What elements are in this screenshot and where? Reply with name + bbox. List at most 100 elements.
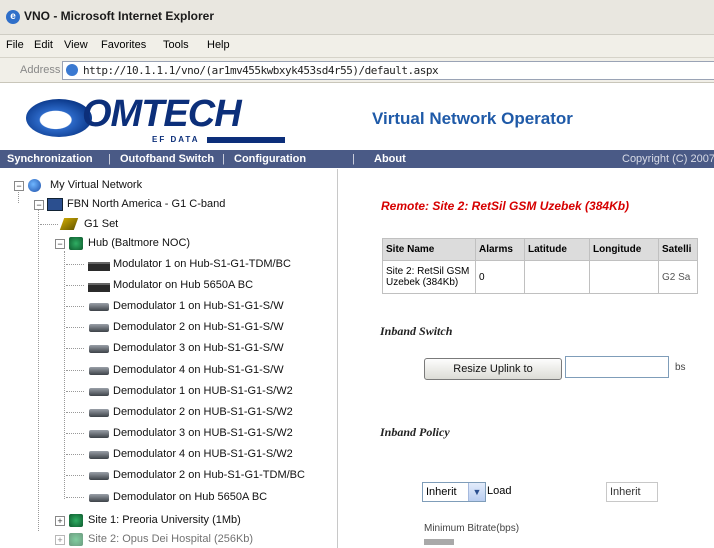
site-icon — [69, 514, 83, 527]
tree-node-device[interactable]: Demodulator 3 on Hub-S1-G1-S/W — [0, 340, 337, 358]
site-info-table: Site Name Alarms Latitude Longitude Sate… — [382, 238, 698, 294]
cell-site-name: Site 2: RetSil GSM Uzebek (384Kb) — [382, 260, 476, 294]
min-bitrate-label: Minimum Bitrate(bps) — [424, 523, 520, 534]
tree-node-device[interactable]: Demodulator 2 on Hub-S1-G1-S/W — [0, 319, 337, 337]
copyright: Copyright (C) 2007 — [622, 153, 714, 165]
tree-node-label: Site 1: Preoria University (1Mb) — [88, 514, 241, 526]
col-satellite: Satelli — [658, 238, 698, 261]
tree-node-device[interactable]: Demodulator 2 on HUB-S1-G1-S/W2 — [0, 404, 337, 422]
col-longitude: Longitude — [589, 238, 659, 261]
ie-icon: e — [6, 10, 20, 24]
tree-node-label: Demodulator 2 on HUB-S1-G1-S/W2 — [113, 406, 293, 418]
tree-node-label: My Virtual Network — [50, 179, 143, 191]
globe-icon — [28, 179, 41, 192]
tree-node-site[interactable]: + Site 1: Preoria University (1Mb) — [0, 512, 337, 530]
tree-node-device[interactable]: Modulator 1 on Hub-S1-G1-TDM/BC — [0, 256, 337, 274]
menu-edit[interactable]: Edit — [34, 39, 53, 51]
network-tree: − My Virtual Network − FBN North America… — [0, 169, 338, 548]
tree-node-g1-set[interactable]: G1 Set — [0, 216, 330, 234]
menu-favorites[interactable]: Favorites — [101, 39, 146, 51]
cell-satellite: G2 Sa — [658, 260, 698, 294]
cell-latitude — [524, 260, 590, 294]
tree-node-label: Demodulator 4 on HUB-S1-G1-S/W2 — [113, 448, 293, 460]
collapse-icon[interactable]: − — [55, 239, 65, 249]
expand-icon[interactable]: + — [55, 516, 65, 526]
menu-tools[interactable]: Tools — [163, 39, 189, 51]
min-bitrate-field[interactable] — [424, 539, 454, 545]
load-inherit-value: Inherit — [610, 486, 641, 498]
cell-alarms: 0 — [475, 260, 525, 294]
tree-node-label: Hub (Baltmore NOC) — [88, 237, 191, 249]
site-icon — [69, 533, 83, 546]
collapse-icon[interactable]: − — [14, 181, 24, 191]
address-field[interactable]: http://10.1.1.1/vno/(ar1mv455kwbxyk453sd… — [62, 61, 714, 80]
banner: OMTECH EF DATA Virtual Network Operator — [0, 83, 714, 150]
logo-subtitle: EF DATA — [152, 135, 200, 144]
address-url[interactable]: http://10.1.1.1/vno/(ar1mv455kwbxyk453sd… — [83, 64, 439, 77]
tree-node-label: Site 2: Opus Dei Hospital (256Kb) — [88, 533, 254, 545]
uplink-unit-label: bs — [675, 362, 686, 373]
tree-node-label: Demodulator 1 on HUB-S1-G1-S/W2 — [113, 385, 293, 397]
uplink-rate-input[interactable] — [565, 356, 669, 378]
menu-bar: File Edit View Favorites Tools Help — [0, 35, 714, 58]
window-title: VNO - Microsoft Internet Explorer — [24, 9, 215, 23]
nav-about[interactable]: About — [374, 153, 406, 165]
demodulator-icon — [89, 451, 109, 459]
tree-node-label: Modulator on Hub 5650A BC — [113, 279, 254, 291]
expand-icon[interactable]: + — [55, 535, 65, 545]
tree-node-root[interactable]: − My Virtual Network — [0, 177, 330, 195]
page-icon — [66, 64, 78, 76]
col-latitude: Latitude — [524, 238, 590, 261]
tree-node-label: G1 Set — [84, 218, 119, 230]
resize-uplink-button[interactable]: Resize Uplink to — [424, 358, 562, 380]
hub-icon — [69, 237, 83, 250]
tree-node-site[interactable]: + Site 2: Opus Dei Hospital (256Kb) — [0, 531, 337, 548]
collapse-icon[interactable]: − — [34, 200, 44, 210]
nav-synchronization[interactable]: Synchronization — [7, 153, 93, 165]
col-site-name: Site Name — [382, 238, 476, 261]
tree-node-label: Demodulator 1 on Hub-S1-G1-S/W — [113, 300, 284, 312]
demodulator-icon — [89, 472, 109, 480]
tree-node-network[interactable]: − FBN North America - G1 C-band — [0, 196, 330, 214]
policy-select[interactable]: Inherit ▼ — [422, 482, 486, 502]
inband-switch-heading: Inband Switch — [380, 324, 453, 338]
nav-separator: | — [222, 153, 225, 165]
col-alarms: Alarms — [475, 238, 525, 261]
tree-node-device[interactable]: Demodulator on Hub 5650A BC — [0, 489, 337, 507]
tree-node-device[interactable]: Demodulator 4 on Hub-S1-G1-S/W — [0, 362, 337, 380]
tree-node-label: Demodulator on Hub 5650A BC — [113, 491, 268, 503]
tree-node-hub[interactable]: − Hub (Baltmore NOC) — [0, 235, 330, 253]
tree-node-device[interactable]: Modulator on Hub 5650A BC — [0, 277, 337, 295]
tree-node-device[interactable]: Demodulator 1 on HUB-S1-G1-S/W2 — [0, 383, 337, 401]
window-title-bar: e VNO - Microsoft Internet Explorer — [0, 0, 714, 35]
demodulator-icon — [89, 367, 109, 375]
logo-bar — [207, 137, 285, 143]
demodulator-icon — [89, 345, 109, 353]
tree-node-device[interactable]: Demodulator 1 on Hub-S1-G1-S/W — [0, 298, 337, 316]
nav-bar: Synchronization | Outofband Switch | Con… — [0, 150, 714, 168]
tree-node-device[interactable]: Demodulator 2 on Hub-S1-G1-TDM/BC — [0, 467, 337, 485]
demodulator-icon — [89, 409, 109, 417]
nav-separator: | — [108, 153, 111, 165]
table-row: Site 2: RetSil GSM Uzebek (384Kb) 0 G2 S… — [382, 260, 698, 294]
tree-node-label: Demodulator 2 on Hub-S1-G1-TDM/BC — [113, 469, 305, 481]
tree-node-label: FBN North America - G1 C-band — [67, 198, 226, 210]
menu-help[interactable]: Help — [207, 39, 230, 51]
demodulator-icon — [89, 303, 109, 311]
nav-outofband-switch[interactable]: Outofband Switch — [120, 153, 214, 165]
policy-select-value: Inherit — [426, 486, 457, 498]
menu-view[interactable]: View — [64, 39, 88, 51]
modulator-icon — [88, 283, 110, 292]
tree-node-device[interactable]: Demodulator 4 on HUB-S1-G1-S/W2 — [0, 446, 337, 464]
menu-file[interactable]: File — [6, 39, 24, 51]
chevron-down-icon[interactable]: ▼ — [468, 483, 485, 501]
cell-longitude — [589, 260, 659, 294]
nav-configuration[interactable]: Configuration — [234, 153, 306, 165]
network-icon — [47, 198, 63, 211]
tree-node-label: Modulator 1 on Hub-S1-G1-TDM/BC — [113, 258, 291, 270]
remote-heading: Remote: Site 2: RetSil GSM Uzebek (384Kb… — [381, 199, 630, 213]
address-bar: Address http://10.1.1.1/vno/(ar1mv455kwb… — [0, 58, 714, 83]
load-inherit-input[interactable]: Inherit — [606, 482, 658, 502]
tree-node-device[interactable]: Demodulator 3 on HUB-S1-G1-S/W2 — [0, 425, 337, 443]
demodulator-icon — [89, 430, 109, 438]
